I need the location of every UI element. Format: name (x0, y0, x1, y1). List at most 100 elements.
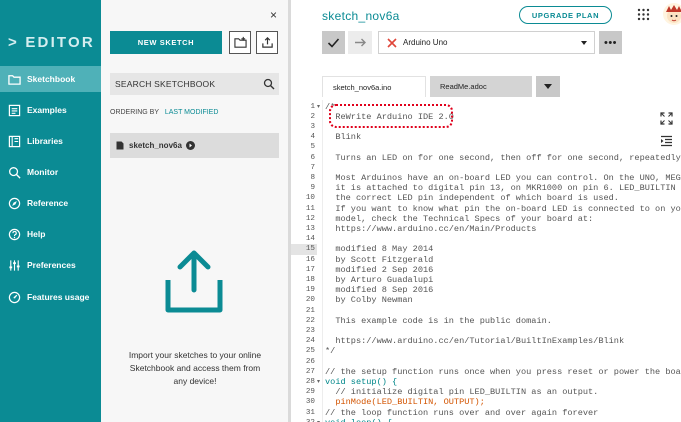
code-line[interactable]: 20 by Colby Newman (291, 295, 681, 305)
code-line[interactable]: 7 (291, 163, 681, 173)
line-number: 6 (310, 153, 315, 162)
new-sketch-button[interactable]: NEW SKETCH (110, 31, 222, 54)
nav-item-preferences[interactable]: Preferences (0, 252, 101, 278)
code-line[interactable]: 6 Turns an LED on for one second, then o… (291, 153, 681, 163)
sketch-options-icon[interactable] (185, 141, 195, 150)
search-sketchbook-input[interactable]: SEARCH SKETCHBOOK (110, 73, 279, 95)
board-name: Arduino Uno (403, 38, 448, 47)
code-text: it is attached to digital pin 13, on MKR… (325, 183, 681, 194)
code-line[interactable]: 9 it is attached to digital pin 13, on M… (291, 183, 681, 193)
code-line[interactable]: 24 https://www.arduino.cc/en/Tutorial/Bu… (291, 336, 681, 346)
line-number: 4 (310, 133, 315, 142)
code-text: modified 2 Sep 2016 (325, 264, 434, 275)
tab-menu-button[interactable] (536, 76, 560, 97)
code-text: // initialize digital pin LED_BUILTIN as… (325, 387, 599, 398)
code-line[interactable]: 4 Blink (291, 132, 681, 142)
nav-item-examples[interactable]: Examples (0, 97, 101, 123)
board-selector[interactable]: Arduino Uno (378, 31, 595, 54)
code-line[interactable]: 13 https://www.arduino.cc/en/Main/Produc… (291, 224, 681, 234)
code-text: modified 8 Sep 2016 (325, 285, 434, 296)
code-text: Most Arduinos have an on-board LED you c… (325, 172, 681, 183)
line-number: 10 (305, 194, 315, 203)
ordering-value-link[interactable]: LAST MODIFIED (165, 109, 219, 116)
fold-toggle-icon[interactable]: ▾ (317, 102, 323, 112)
code-editor[interactable]: 1 ▾/* 2 ReWrite Arduino IDE 2.0 3 4 Blink 5 6 … (291, 100, 681, 422)
code-line[interactable]: 11 If you want to know what pin the on-b… (291, 204, 681, 214)
code-line[interactable]: 27 // the setup function runs once when y… (291, 367, 681, 377)
code-line[interactable]: 5 (291, 142, 681, 152)
code-text: // the loop function runs over and over … (325, 407, 599, 418)
code-line[interactable]: 12 model, check the Technical Specs of y… (291, 214, 681, 224)
fold-toggle-icon[interactable]: ▾ (317, 418, 323, 422)
code-text: pinMode(LED_BUILTIN, OUTPUT); (325, 397, 485, 408)
tab-label: ReadMe.adoc (440, 82, 487, 91)
code-line[interactable]: 29 // initialize digital pin LED_BUILTIN… (291, 387, 681, 397)
code-text: Turns an LED on for one second, then off… (325, 152, 681, 163)
expand-icon[interactable] (660, 112, 673, 125)
code-text: model, check the Technical Specs of your… (325, 213, 594, 224)
nav-item-features-usage[interactable]: Features usage (0, 284, 101, 310)
code-line[interactable]: 23 (291, 326, 681, 336)
line-number: 17 (305, 265, 315, 274)
indent-icon[interactable] (660, 135, 673, 148)
code-line[interactable]: 31 // the loop function runs over and ove… (291, 408, 681, 418)
code-line[interactable]: 16 by Scott Fitzgerald (291, 255, 681, 265)
line-number: 31 (305, 408, 315, 417)
code-text: https://www.arduino.cc/en/Main/Products (325, 223, 537, 234)
line-number: 7 (310, 163, 315, 172)
sketch-name: sketch_nov6a (129, 141, 182, 150)
line-number: 11 (305, 204, 315, 213)
code-text: by Colby Newman (325, 295, 413, 306)
checkmark-icon (327, 38, 340, 48)
line-number: 29 (305, 388, 315, 397)
code-text: https://www.arduino.cc/en/Tutorial/Built… (325, 336, 625, 347)
code-line[interactable]: 8 Most Arduinos have an on-board LED you… (291, 173, 681, 183)
code-line[interactable]: 14 (291, 234, 681, 244)
line-number: 8 (310, 173, 315, 182)
fold-toggle-icon[interactable]: ▾ (317, 377, 323, 387)
code-line[interactable]: 32▾void loop() { (291, 418, 681, 422)
apps-grid-icon[interactable] (637, 8, 650, 21)
line-number: 26 (305, 357, 315, 366)
import-button[interactable] (256, 31, 278, 54)
upgrade-plan-button[interactable]: UPGRADE PLAN (519, 6, 612, 24)
line-number: 28 (305, 377, 315, 386)
close-panel-button[interactable]: × (270, 8, 277, 22)
code-line[interactable]: 18 by Arturo Guadalupi (291, 275, 681, 285)
line-number: 3 (310, 122, 315, 131)
code-line[interactable]: 15 modified 8 May 2014 (291, 244, 681, 255)
verify-button[interactable] (322, 31, 345, 54)
tab-sketch-ino[interactable]: sketch_nov6a.ino (322, 76, 426, 97)
ordering-control: ORDERING BY LAST MODIFIED (110, 109, 218, 116)
code-text: If you want to know what pin the on-boar… (325, 203, 681, 214)
more-options-button[interactable]: ••• (599, 31, 622, 54)
nav-item-reference[interactable]: Reference (0, 190, 101, 216)
sketch-list-item[interactable]: sketch_nov6a (110, 133, 279, 158)
sketch-title[interactable]: sketch_nov6a (322, 9, 400, 23)
compass-icon (7, 196, 21, 210)
nav-item-monitor[interactable]: Monitor (0, 159, 101, 185)
nav-item-help[interactable]: Help (0, 221, 101, 247)
nav-item-sketchbook[interactable]: Sketchbook (0, 66, 101, 92)
code-text: by Arturo Guadalupi (325, 274, 434, 285)
tab-readme[interactable]: ReadMe.adoc (430, 76, 532, 97)
line-number: 22 (305, 316, 315, 325)
code-line[interactable]: 21 (291, 306, 681, 316)
code-line[interactable]: 17 modified 2 Sep 2016 (291, 265, 681, 275)
new-folder-button[interactable] (229, 31, 251, 54)
code-line[interactable]: 22 This example code is in the public do… (291, 316, 681, 326)
code-text: // the setup function runs once when you… (325, 366, 681, 377)
nav-item-label: Reference (27, 198, 69, 208)
nav-item-label: Preferences (27, 260, 76, 270)
code-line[interactable]: 28 ▾ void setup() { (291, 377, 681, 387)
code-line[interactable]: 26 (291, 357, 681, 367)
nav-item-libraries[interactable]: Libraries (0, 128, 101, 154)
user-avatar[interactable] (663, 3, 681, 25)
code-line[interactable]: 10 the correct LED pin independent of wh… (291, 193, 681, 203)
code-line[interactable]: 30 pinMode(LED_BUILTIN, OUTPUT); (291, 397, 681, 407)
upload-button[interactable] (348, 31, 372, 54)
code-line[interactable]: 19 modified 8 Sep 2016 (291, 285, 681, 295)
new-folder-icon (233, 36, 247, 48)
code-line[interactable]: 25 */ (291, 346, 681, 356)
line-number: 12 (305, 214, 315, 223)
